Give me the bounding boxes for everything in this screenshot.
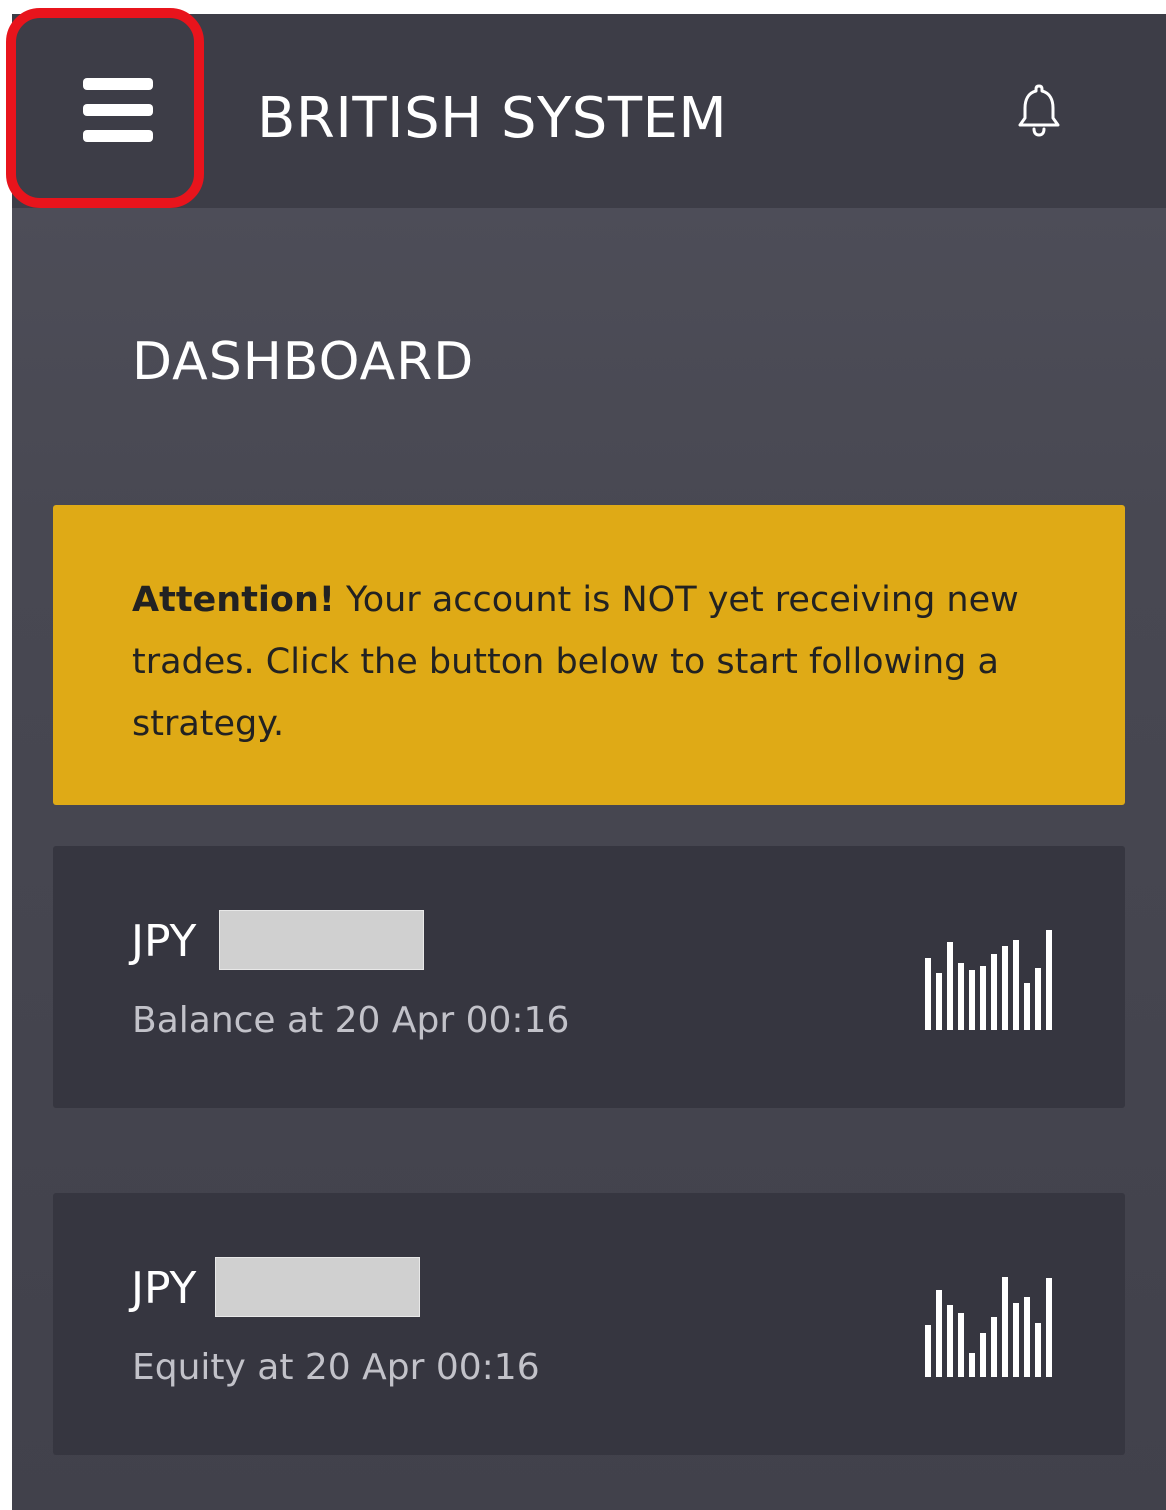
attention-alert: Attention! Your account is NOT yet recei… [53, 505, 1125, 805]
equity-currency: JPY [131, 1263, 197, 1314]
bar-chart-icon [925, 1277, 1052, 1377]
bar-chart-icon [925, 930, 1052, 1030]
alert-strong-text: Attention! [132, 580, 335, 620]
balance-value-redacted [219, 910, 424, 970]
balance-subtitle: Balance at 20 Apr 00:16 [132, 1000, 570, 1041]
bell-icon[interactable] [1015, 82, 1063, 138]
equity-card[interactable]: JPY Equity at 20 Apr 00:16 [53, 1193, 1125, 1455]
page-title: DASHBOARD [132, 332, 475, 392]
equity-value-redacted [215, 1257, 420, 1317]
balance-card[interactable]: JPY Balance at 20 Apr 00:16 [53, 846, 1125, 1108]
balance-currency: JPY [131, 916, 197, 967]
app-screen: BRITISH SYSTEM DASHBOARD Attention! Your… [12, 14, 1166, 1510]
equity-subtitle: Equity at 20 Apr 00:16 [132, 1347, 540, 1388]
app-title: BRITISH SYSTEM [257, 86, 728, 151]
menu-highlight-annotation [6, 8, 204, 208]
